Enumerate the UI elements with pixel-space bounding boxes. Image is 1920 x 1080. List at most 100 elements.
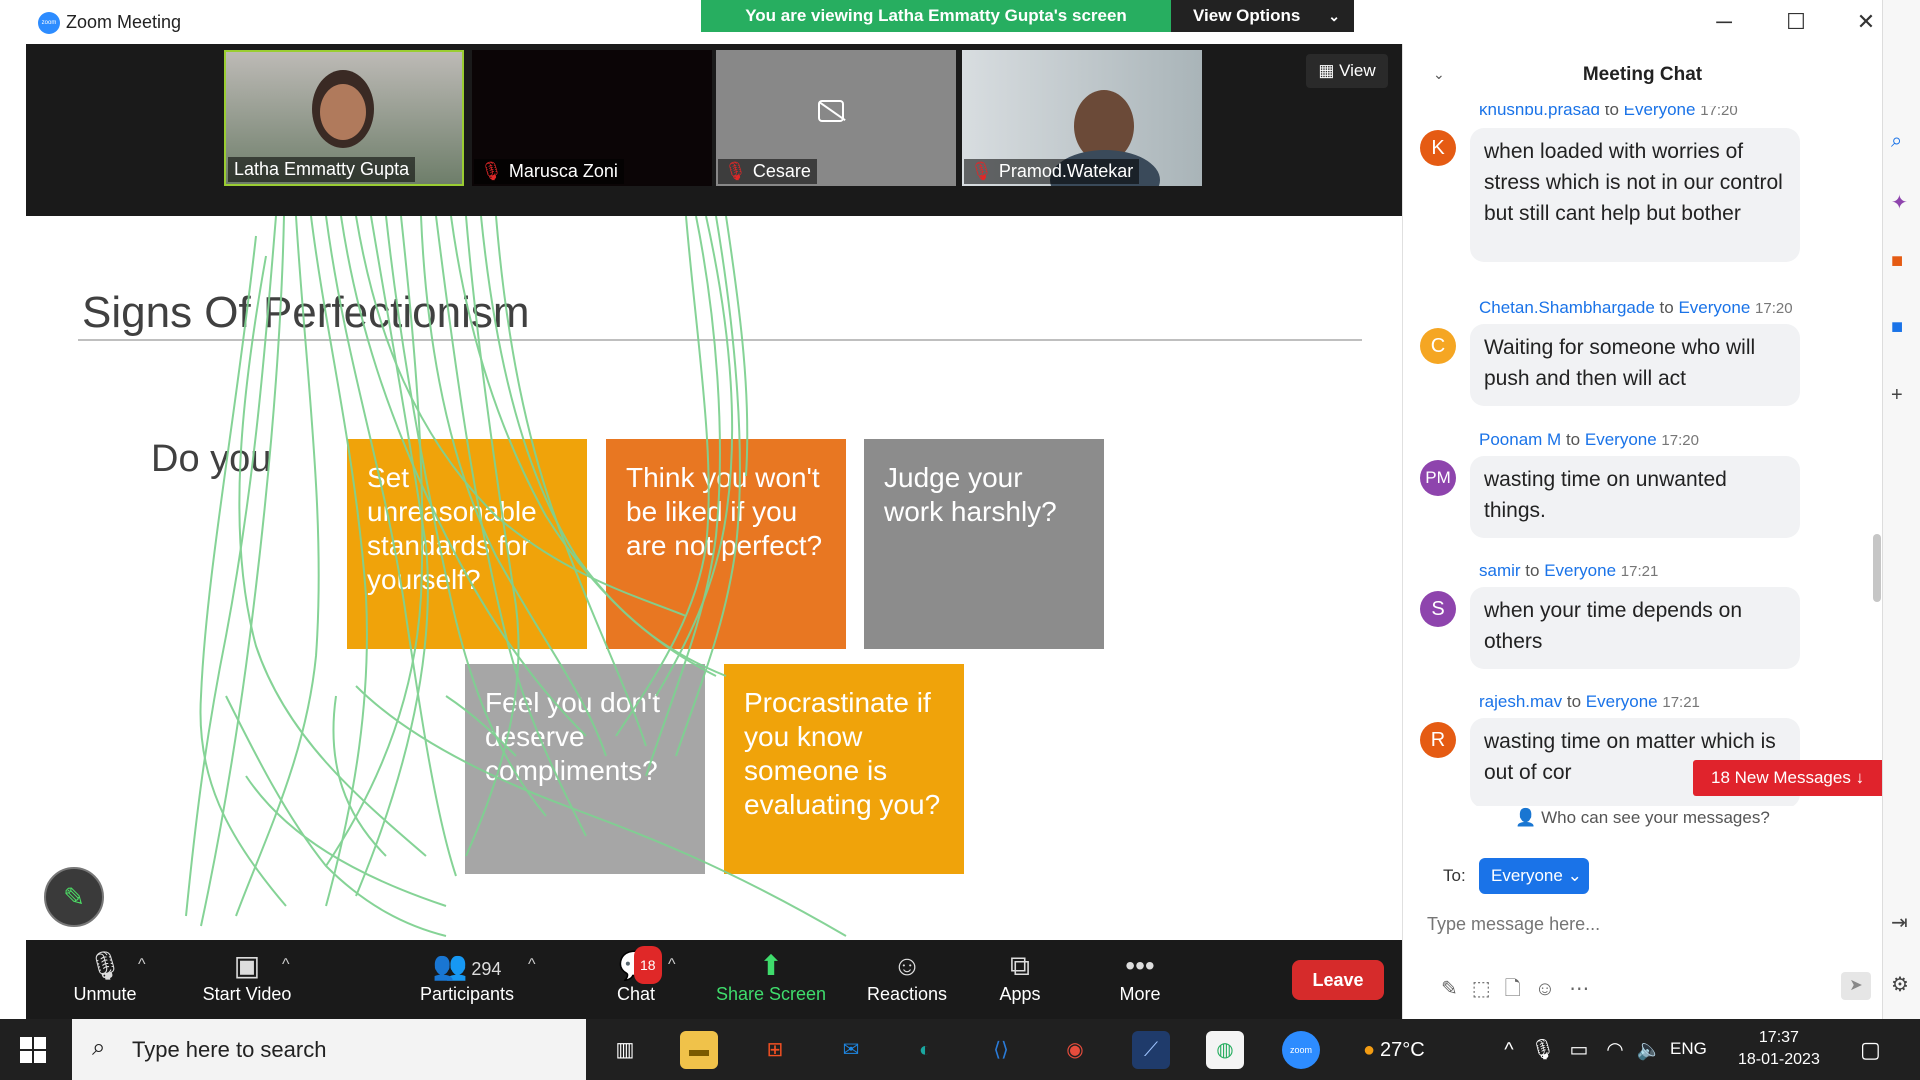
new-messages-button[interactable]: 18 New Messages ↓ [1693,760,1882,796]
app-icon[interactable]: ◍ [1206,1031,1244,1069]
microphone-icon[interactable]: 🎙 [1524,1031,1562,1069]
more-dots-icon: ••• [1125,950,1155,981]
message-to: to [1565,430,1581,449]
message-time: 17:20 [1661,432,1699,449]
zoom-window: zoom Zoom Meeting ─ ☐ ✕ You are viewing … [26,0,1882,1019]
message-time: 17:20 [1700,106,1738,119]
search-icon[interactable]: ⌕ [1891,130,1902,153]
battery-icon[interactable]: ▭ [1560,1031,1598,1069]
participant-name: Marusca Zoni [508,161,618,181]
taskbar-search-box[interactable]: ⌕ Type here to search [72,1019,586,1080]
slide-box: Set unreasonable standards for yourself? [347,439,587,649]
video-strip: Latha Emmatty Gupta 🎙 Marusca Zoni 🎙 Cesar… [26,44,1402,216]
sender-name: Poonam M [1479,430,1562,449]
unmute-button[interactable]: 🎙 Unmute [60,948,150,1005]
windows-start-button[interactable] [20,1037,46,1063]
mail-icon[interactable]: ✉ [832,1031,870,1069]
annotate-pen-button[interactable]: ✎ [44,867,104,927]
participant-name: Latha Emmatty Gupta [228,157,416,182]
more-dots-icon[interactable]: ⋯ [1569,978,1603,1000]
message-meta: Chetan.Shambhargade to Everyone 17:20 [1479,298,1793,318]
sidebar-toggle-icon[interactable]: ⇥ [1891,910,1908,935]
reactions-button[interactable]: ☺ Reactions [852,948,962,1005]
microsoft-store-icon[interactable]: ⊞ [756,1031,794,1069]
chevron-up-icon[interactable]: ^ [1490,1031,1528,1069]
rstudio-icon[interactable]: ⟋ [1132,1031,1170,1069]
share-screen-label: Share Screen [715,984,827,1004]
video-tile-cesare[interactable]: 🎙 Cesare [716,50,956,186]
close-button[interactable]: ✕ [1846,6,1882,38]
chevron-down-icon: ⌄ [1567,866,1582,885]
apps-label: Apps [999,984,1041,1004]
share-screen-button[interactable]: ⬆ Share Screen [706,948,836,1005]
file-explorer-icon[interactable]: ▬ [680,1031,718,1069]
message-to: to [1566,692,1582,711]
avatar: PM [1420,460,1456,496]
video-tile-marusca[interactable]: 🎙 Marusca Zoni [472,50,712,186]
more-button[interactable]: ••• More [1100,948,1180,1005]
message-time: 17:20 [1755,300,1793,317]
slide-box: Procrastinate if you know someone is eva… [724,664,964,874]
wifi-icon[interactable]: ◠ [1596,1031,1634,1069]
audio-options-caret-icon[interactable]: ^ [138,956,146,974]
apps-button[interactable]: ⧉ Apps [980,948,1060,1005]
outlook-icon[interactable]: ■ [1891,316,1903,339]
pencil-icon: ✎ [63,882,85,912]
chat-message-list[interactable]: khushbu.prasad to Everyone 17:20 K when … [1403,106,1882,806]
chat-button[interactable]: 💬18 Chat [600,946,672,1005]
recipient-value: Everyone [1491,866,1563,885]
edge-icon[interactable]: ◐ [906,1031,944,1069]
to-label: To: [1443,866,1466,885]
chat-scrollbar[interactable] [1873,534,1881,602]
notification-icon[interactable]: ▢ [1860,1037,1881,1063]
gear-icon[interactable]: ⚙ [1891,972,1909,997]
minimize-button[interactable]: ─ [1704,6,1744,38]
background-app-strip: ⌕ ✦ ■ ■ + ⇥ ⚙ [1882,0,1920,1019]
search-placeholder: Type here to search [132,1037,327,1062]
office-icon[interactable]: ■ [1891,250,1903,273]
zoom-taskbar-icon[interactable]: zoom [1282,1031,1320,1069]
view-button[interactable]: ▦ View [1306,54,1388,88]
video-options-caret-icon[interactable]: ^ [282,956,290,974]
format-icon[interactable]: ✎ [1441,978,1472,1000]
file-icon[interactable]: 🗋 [1505,978,1535,1000]
video-tile-latha[interactable]: Latha Emmatty Gupta [224,50,464,186]
unmute-label: Unmute [73,984,137,1004]
reactions-label: Reactions [866,984,948,1004]
start-video-button[interactable]: ▣ Start Video [182,948,312,1005]
viewing-screen-banner: You are viewing Latha Emmatty Gupta's sc… [701,0,1171,32]
window-title: Zoom Meeting [66,12,182,32]
share-screen-icon: ⬆ [759,950,783,981]
send-button[interactable]: ➤ [1841,972,1871,1000]
message-input[interactable] [1427,904,1857,944]
participants-caret-icon[interactable]: ^ [528,956,536,974]
arrow-down-icon: ↓ [1855,768,1865,787]
clock[interactable]: 17:37 18-01-2023 [1738,1027,1820,1071]
who-can-see-link[interactable]: 👤 Who can see your messages? [1403,808,1882,828]
view-label: View [1339,61,1376,80]
message-meta: rajesh.mav to Everyone 17:21 [1479,692,1700,712]
participants-button[interactable]: 👥 294 Participants [402,948,532,1005]
message-to: to [1604,106,1619,119]
maximize-button[interactable]: ☐ [1776,6,1816,38]
recipient-select[interactable]: Everyone ⌄ [1479,858,1589,894]
volume-icon[interactable]: 🔈 [1630,1031,1668,1069]
recipient: Everyone [1584,430,1657,449]
sender-name: Chetan.Shambhargade [1479,298,1655,317]
vscode-icon[interactable]: ⟨⟩ [982,1031,1020,1069]
task-view-icon[interactable]: ▥ [606,1031,644,1069]
video-tile-pramod[interactable]: 🎙 Pramod.Watekar [962,50,1202,186]
participant-name: Cesare [752,161,811,181]
avatar: K [1420,130,1456,166]
language-indicator[interactable]: ENG [1670,1039,1707,1059]
participant-name-tag: 🎙 Marusca Zoni [474,159,624,184]
emoji-icon[interactable]: ☺ [1535,978,1569,1000]
copilot-icon[interactable]: ✦ [1891,190,1908,215]
chat-caret-icon[interactable]: ^ [668,956,676,974]
add-icon[interactable]: + [1891,384,1903,407]
clock-date: 18-01-2023 [1738,1051,1820,1068]
screenshot-icon[interactable]: ⬚ [1472,978,1505,1000]
leave-button[interactable]: Leave [1292,960,1384,1000]
chrome-icon[interactable]: ◉ [1056,1031,1094,1069]
view-options-button[interactable]: View Options ⌄ [1171,0,1354,32]
